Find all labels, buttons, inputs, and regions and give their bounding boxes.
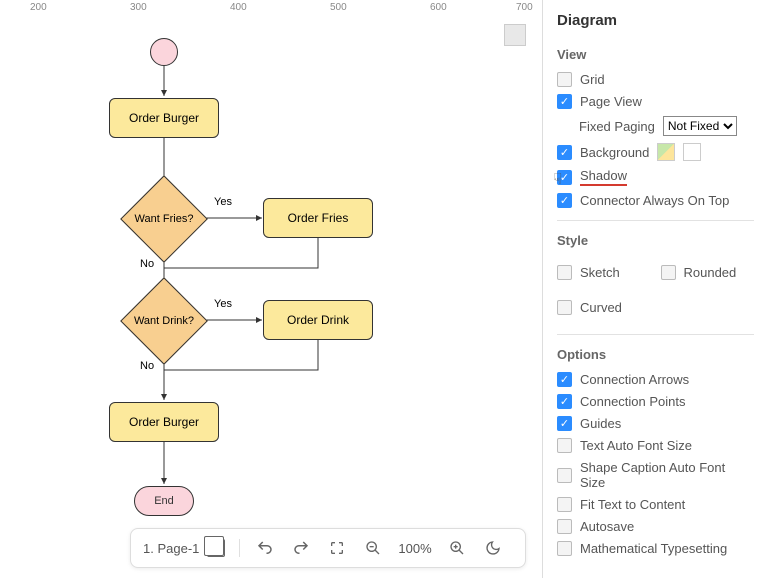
end-node[interactable]: End: [134, 486, 194, 516]
background-color-swatch[interactable]: [683, 143, 701, 161]
bottom-toolbar: 1. Page-1 100%: [130, 528, 526, 568]
option-label: Shape Caption Auto Font Size: [580, 460, 754, 490]
option-connector-top[interactable]: Connector Always On Top: [557, 193, 754, 208]
edge-label-no: No: [140, 360, 154, 372]
sidebar-title: Diagram: [557, 12, 754, 29]
checkbox-background[interactable]: [557, 145, 572, 160]
option-label: Connection Points: [580, 394, 686, 409]
checkbox-autosave[interactable]: [557, 519, 572, 534]
decision-want-fries[interactable]: Want Fries?: [129, 184, 199, 254]
canvas-area[interactable]: 200 300 400 500 600 700 O: [0, 0, 542, 578]
option-label: Fixed Paging: [579, 119, 655, 134]
option-math-typesetting[interactable]: Mathematical Typesetting: [557, 541, 754, 556]
divider: [557, 220, 754, 221]
option-autosave[interactable]: Autosave: [557, 519, 754, 534]
checkbox-grid[interactable]: [557, 72, 572, 87]
decision-want-drink[interactable]: Want Drink?: [129, 286, 199, 356]
edge-label-yes: Yes: [214, 298, 232, 310]
start-node[interactable]: [150, 38, 178, 66]
checkbox-connector-top[interactable]: [557, 193, 572, 208]
option-label: Mathematical Typesetting: [580, 541, 727, 556]
option-shadow[interactable]: ☟ Shadow: [557, 168, 754, 186]
node-label: Want Drink?: [134, 315, 194, 327]
node-label: Want Fries?: [135, 213, 194, 225]
edge-label-yes: Yes: [214, 196, 232, 208]
checkbox-sketch[interactable]: [557, 265, 572, 280]
background-image-swatch[interactable]: [657, 143, 675, 161]
node-label: Order Burger: [129, 415, 199, 429]
checkbox-guides[interactable]: [557, 416, 572, 431]
option-label: Grid: [580, 72, 605, 87]
option-label: Connection Arrows: [580, 372, 689, 387]
page-label: 1. Page-1: [143, 541, 199, 556]
option-label: Connector Always On Top: [580, 193, 729, 208]
fullscreen-button[interactable]: [326, 537, 348, 559]
checkbox-math-typesetting[interactable]: [557, 541, 572, 556]
format-sidebar: Diagram View Grid Page View Fixed Paging…: [542, 0, 768, 578]
option-text-auto-font[interactable]: Text Auto Font Size: [557, 438, 754, 453]
option-label: Curved: [580, 300, 622, 315]
zoom-out-button[interactable]: [362, 537, 384, 559]
checkbox-text-auto-font[interactable]: [557, 438, 572, 453]
option-shape-caption-auto[interactable]: Shape Caption Auto Font Size: [557, 460, 754, 490]
option-label: Rounded: [684, 265, 737, 280]
option-label: Background: [580, 145, 649, 160]
option-background[interactable]: Background: [557, 143, 754, 161]
option-sketch[interactable]: Sketch: [557, 265, 651, 280]
checkbox-fit-text[interactable]: [557, 497, 572, 512]
dark-mode-button[interactable]: [482, 537, 504, 559]
redo-button[interactable]: [290, 537, 312, 559]
divider: [557, 334, 754, 335]
page-selector[interactable]: 1. Page-1: [143, 539, 240, 557]
option-label: Sketch: [580, 265, 620, 280]
option-curved[interactable]: Curved: [557, 300, 651, 315]
node-label: End: [154, 495, 174, 507]
checkbox-shadow[interactable]: [557, 170, 572, 185]
section-view-heading: View: [557, 47, 754, 62]
zoom-level[interactable]: 100%: [398, 541, 431, 556]
section-options-heading: Options: [557, 347, 754, 362]
option-label: Fit Text to Content: [580, 497, 685, 512]
checkbox-connection-points[interactable]: [557, 394, 572, 409]
option-page-view[interactable]: Page View: [557, 94, 754, 109]
checkbox-rounded[interactable]: [661, 265, 676, 280]
pages-icon: [207, 539, 225, 557]
node-label: Order Drink: [287, 313, 349, 327]
checkbox-connection-arrows[interactable]: [557, 372, 572, 387]
zoom-in-button[interactable]: [446, 537, 468, 559]
option-label: Page View: [580, 94, 642, 109]
option-rounded[interactable]: Rounded: [661, 265, 755, 280]
option-label: Shadow: [580, 168, 627, 186]
process-order-burger-2[interactable]: Order Burger: [109, 402, 219, 442]
connectors-layer: [0, 0, 540, 540]
option-label: Text Auto Font Size: [580, 438, 692, 453]
process-order-fries[interactable]: Order Fries: [263, 198, 373, 238]
option-grid[interactable]: Grid: [557, 72, 754, 87]
checkbox-page-view[interactable]: [557, 94, 572, 109]
section-style-heading: Style: [557, 233, 754, 248]
edge-label-no: No: [140, 258, 154, 270]
node-label: Order Fries: [288, 211, 349, 225]
node-label: Order Burger: [129, 111, 199, 125]
option-fit-text[interactable]: Fit Text to Content: [557, 497, 754, 512]
option-guides[interactable]: Guides: [557, 416, 754, 431]
fixed-paging-select[interactable]: Not Fixed: [663, 116, 737, 136]
option-connection-points[interactable]: Connection Points: [557, 394, 754, 409]
checkbox-shape-caption-auto[interactable]: [557, 468, 572, 483]
undo-button[interactable]: [254, 537, 276, 559]
option-fixed-paging: Fixed Paging Not Fixed: [579, 116, 754, 136]
option-label: Autosave: [580, 519, 634, 534]
option-connection-arrows[interactable]: Connection Arrows: [557, 372, 754, 387]
process-order-drink[interactable]: Order Drink: [263, 300, 373, 340]
process-order-burger-1[interactable]: Order Burger: [109, 98, 219, 138]
option-label: Guides: [580, 416, 621, 431]
checkbox-curved[interactable]: [557, 300, 572, 315]
